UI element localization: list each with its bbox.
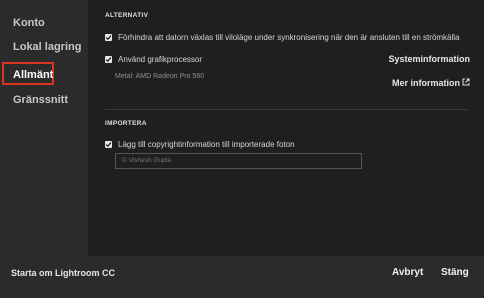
- gpu-info: Metal: AMD Radeon Pro 560: [115, 73, 205, 80]
- checkmark-icon: [105, 35, 112, 41]
- prevent-sleep-label: Förhindra att datorn växlas till viloläg…: [118, 33, 460, 42]
- checkmark-icon: [105, 57, 112, 63]
- more-info-label: Mer information: [391, 78, 460, 88]
- sidebar-item-granssnitt[interactable]: Gränssnitt: [13, 94, 68, 106]
- system-info-link[interactable]: Systeminformation: [388, 54, 470, 64]
- sidebar-item-allmant[interactable]: Allmänt: [13, 69, 53, 81]
- cancel-button[interactable]: Avbryt: [392, 267, 423, 278]
- external-link-icon: [462, 78, 470, 88]
- checkmark-icon: [105, 142, 112, 148]
- prevent-sleep-option: Förhindra att datorn växlas till viloläg…: [105, 33, 460, 42]
- preferences-content: ALTERNATIV Förhindra att datorn växlas t…: [88, 0, 484, 256]
- sidebar-item-konto[interactable]: Konto: [13, 17, 45, 29]
- close-button[interactable]: Stäng: [441, 267, 469, 278]
- gpu-option: Använd grafikprocessor: [105, 55, 202, 64]
- sidebar: Konto Lokal lagring Allmänt Gränssnitt: [0, 0, 88, 256]
- gpu-label: Använd grafikprocessor: [118, 55, 203, 64]
- copyright-input[interactable]: © Vishesh Gupta: [115, 153, 362, 169]
- restart-label: Starta om Lightroom CC: [11, 268, 116, 278]
- gpu-checkbox[interactable]: [105, 56, 112, 63]
- copyright-label: Lägg till copyrightinformation till impo…: [118, 140, 295, 149]
- footer: Starta om Lightroom CC Avbryt Stäng: [0, 256, 484, 298]
- copyright-checkbox[interactable]: [105, 141, 112, 148]
- section-title-importera: IMPORTERA: [105, 120, 147, 127]
- section-divider: [105, 109, 468, 110]
- more-info-link[interactable]: Mer information: [392, 78, 470, 88]
- prevent-sleep-checkbox[interactable]: [105, 34, 112, 41]
- copyright-option: Lägg till copyrightinformation till impo…: [105, 140, 295, 149]
- sidebar-item-lokal-lagring[interactable]: Lokal lagring: [13, 41, 81, 53]
- section-title-alternativ: ALTERNATIV: [105, 12, 149, 19]
